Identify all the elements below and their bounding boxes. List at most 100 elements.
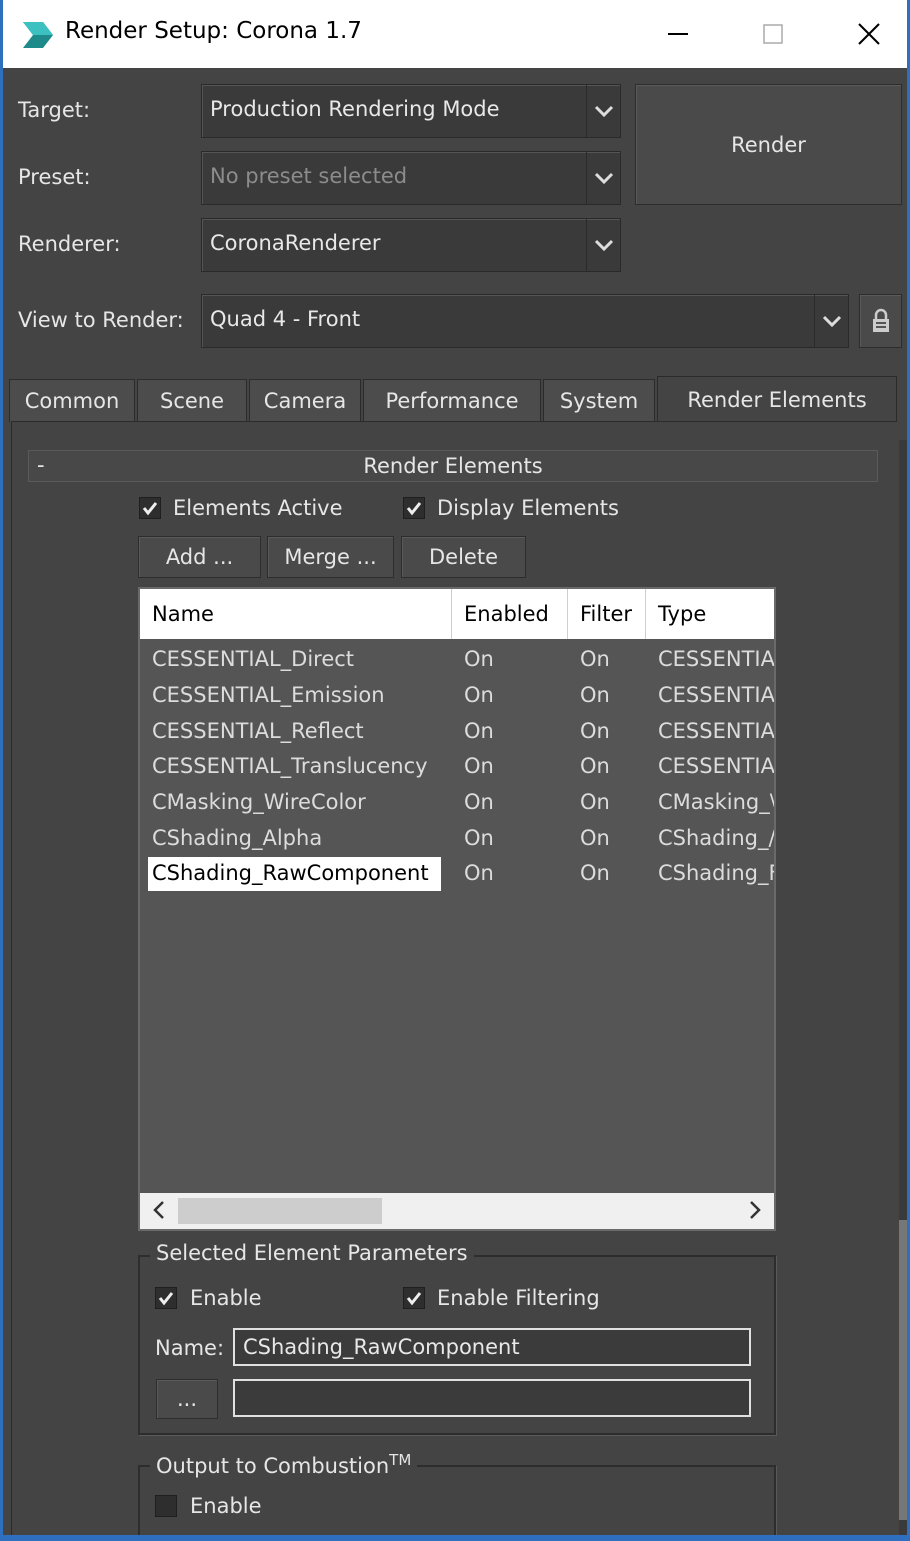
- checkmark-icon: [406, 1292, 422, 1306]
- lock-view-button[interactable]: [859, 294, 902, 348]
- chevron-left-icon[interactable]: [152, 1199, 166, 1221]
- row-name: CESSENTIAL_Reflect: [152, 719, 364, 743]
- row-type: CESSENTIA: [658, 719, 774, 743]
- view-to-render-dropdown[interactable]: Quad 4 - Front: [201, 294, 849, 348]
- title-bar[interactable]: Render Setup: Corona 1.7: [3, 0, 907, 68]
- target-label: Target:: [18, 98, 91, 122]
- output-path-field[interactable]: [233, 1379, 751, 1417]
- scrollbar-thumb[interactable]: [899, 1220, 907, 1520]
- list-item[interactable]: CESSENTIAL_Emission On On CESSENTIA: [140, 679, 774, 715]
- enable-checkbox[interactable]: [155, 1287, 177, 1309]
- render-setup-window: Render Setup: Corona 1.7 Target: Product…: [0, 0, 910, 1541]
- target-dropdown[interactable]: Production Rendering Mode: [201, 84, 621, 138]
- row-type: CShading_/: [658, 826, 774, 850]
- view-to-render-label: View to Render:: [18, 308, 184, 332]
- row-enabled: On: [464, 754, 494, 778]
- preset-label: Preset:: [18, 165, 91, 189]
- scrollbar-thumb[interactable]: [178, 1198, 382, 1224]
- combustion-title: Output to Combustion: [156, 1454, 390, 1478]
- minimize-icon: [668, 33, 688, 35]
- combustion-enable-checkbox[interactable]: [155, 1495, 177, 1517]
- maximize-button[interactable]: [753, 14, 793, 54]
- chevron-down-icon[interactable]: [586, 85, 620, 137]
- preset-dropdown[interactable]: No preset selected: [201, 151, 621, 205]
- display-elements-checkbox[interactable]: [403, 497, 425, 519]
- close-icon: [858, 23, 880, 45]
- row-enabled: On: [464, 647, 494, 671]
- chevron-down-icon[interactable]: [814, 295, 848, 347]
- tab-system[interactable]: System: [543, 379, 655, 422]
- row-name: CESSENTIAL_Direct: [152, 647, 355, 671]
- renderer-value: CoronaRenderer: [210, 231, 381, 255]
- group-title: Output to CombustionTM: [150, 1451, 418, 1478]
- renderer-dropdown[interactable]: CoronaRenderer: [201, 218, 621, 272]
- elements-active-label: Elements Active: [173, 496, 343, 520]
- add-button[interactable]: Add ...: [138, 536, 261, 578]
- column-header-name[interactable]: Name: [140, 589, 452, 639]
- enable-filtering-checkbox[interactable]: [403, 1287, 425, 1309]
- row-name: CESSENTIAL_Translucency: [152, 754, 428, 778]
- render-button[interactable]: Render: [635, 84, 902, 205]
- horizontal-scrollbar[interactable]: [140, 1193, 774, 1229]
- render-elements-list[interactable]: Name Enabled Filter Type CESSENTIAL_Dire…: [138, 587, 776, 1231]
- view-to-render-value: Quad 4 - Front: [210, 307, 361, 331]
- minimize-button[interactable]: [658, 14, 698, 54]
- close-button[interactable]: [849, 14, 889, 54]
- list-item[interactable]: CESSENTIAL_Direct On On CESSENTIA: [140, 643, 774, 679]
- chevron-down-icon[interactable]: [586, 219, 620, 271]
- list-item[interactable]: CShading_Alpha On On CShading_/: [140, 822, 774, 858]
- row-name: CMasking_WireColor: [152, 790, 366, 814]
- tab-performance[interactable]: Performance: [363, 379, 541, 422]
- list-item[interactable]: CMasking_WireColor On On CMasking_\: [140, 786, 774, 822]
- tab-camera[interactable]: Camera: [249, 379, 361, 422]
- checkmark-icon: [406, 502, 422, 516]
- browse-button[interactable]: ...: [156, 1379, 218, 1419]
- renderer-label: Renderer:: [18, 232, 121, 256]
- list-header: Name Enabled Filter Type: [140, 589, 774, 639]
- trademark-sup: TM: [389, 1451, 412, 1469]
- panel-vertical-scrollbar[interactable]: [899, 440, 907, 1535]
- elements-active-checkbox[interactable]: [139, 497, 161, 519]
- list-item[interactable]: CESSENTIAL_Reflect On On CESSENTIA: [140, 715, 774, 751]
- column-header-filter[interactable]: Filter: [568, 589, 646, 639]
- rollout-header-render-elements[interactable]: - Render Elements: [28, 450, 878, 482]
- row-filter: On: [580, 826, 610, 850]
- column-header-enabled[interactable]: Enabled: [452, 589, 568, 639]
- combustion-enable-label: Enable: [190, 1494, 262, 1518]
- lock-icon: [872, 308, 889, 332]
- row-type: CESSENTIA: [658, 683, 774, 707]
- enable-filtering-label: Enable Filtering: [437, 1286, 600, 1310]
- row-enabled: On: [464, 719, 494, 743]
- row-filter: On: [580, 754, 610, 778]
- target-value: Production Rendering Mode: [210, 97, 500, 121]
- row-filter: On: [580, 861, 610, 885]
- row-type: CShading_F: [658, 861, 774, 885]
- row-type: CESSENTIA: [658, 647, 774, 671]
- element-name-field[interactable]: CShading_RawComponent: [233, 1328, 751, 1366]
- chevron-down-icon[interactable]: [586, 152, 620, 204]
- preset-placeholder: No preset selected: [210, 164, 408, 188]
- list-item-selected[interactable]: CShading_RawComponent On On CShading_F: [140, 857, 774, 893]
- row-filter: On: [580, 647, 610, 671]
- row-name: CShading_Alpha: [152, 826, 323, 850]
- group-title: Selected Element Parameters: [150, 1241, 474, 1265]
- column-header-type[interactable]: Type: [646, 589, 774, 639]
- tab-common[interactable]: Common: [9, 379, 135, 422]
- chevron-right-icon[interactable]: [748, 1199, 762, 1221]
- list-item[interactable]: CESSENTIAL_Translucency On On CESSENTIA: [140, 750, 774, 786]
- row-filter: On: [580, 719, 610, 743]
- row-name: CESSENTIAL_Emission: [152, 683, 385, 707]
- row-filter: On: [580, 790, 610, 814]
- row-filter: On: [580, 683, 610, 707]
- row-name: CShading_RawComponent: [148, 857, 441, 891]
- name-label: Name:: [155, 1336, 225, 1360]
- tab-scene[interactable]: Scene: [137, 379, 247, 422]
- delete-button[interactable]: Delete: [401, 536, 526, 578]
- checkmark-icon: [158, 1292, 174, 1306]
- checkmark-icon: [142, 502, 158, 516]
- enable-label: Enable: [190, 1286, 262, 1310]
- tab-render-elements[interactable]: Render Elements: [657, 376, 897, 422]
- tab-strip: Common Scene Camera Performance System R…: [3, 376, 907, 422]
- merge-button[interactable]: Merge ...: [267, 536, 394, 578]
- window-title: Render Setup: Corona 1.7: [65, 18, 362, 44]
